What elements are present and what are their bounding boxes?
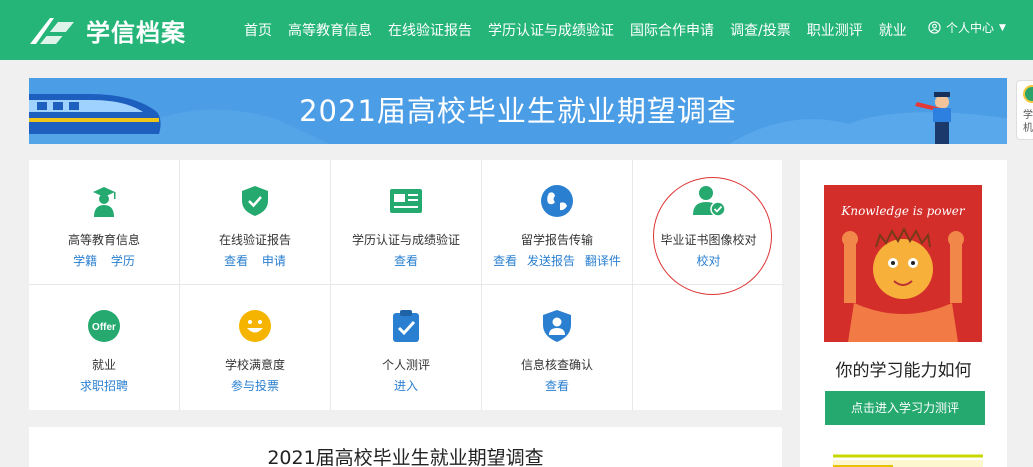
nav-career-assessment[interactable]: 职业测评 [799,20,871,40]
link-apply[interactable]: 申请 [262,254,286,268]
nav-home[interactable]: 首页 [236,20,280,40]
service-name: 学历认证与成绩验证 [351,233,460,247]
survey-card-title: 2021届高校毕业生就业期望调查 [267,447,544,467]
nav-degree-certification[interactable]: 学历认证与成绩验证 [480,20,622,40]
survey-card: 2021届高校毕业生就业期望调查 [29,427,782,467]
service-school-satisfaction[interactable]: 学校满意度 参与投票 [180,285,331,410]
service-online-verification[interactable]: 在线验证报告 查看 申请 [180,160,331,285]
link-view[interactable]: 查看 [493,254,517,268]
service-info-verification[interactable]: 信息核查确认 查看 [482,285,633,410]
logo-text: 学信档案 [86,18,186,47]
panel-title: 你的学习能力如何 [835,361,972,381]
main-nav: 首页 高等教育信息 在线验证报告 学历认证与成绩验证 国际合作申请 调查/投票 … [236,0,915,60]
promo-thumbnail[interactable] [833,450,983,467]
promo-thumbnail-image [833,454,983,467]
link-enter[interactable]: 进入 [394,379,418,393]
user-circle-icon [928,21,941,34]
service-name: 就业 [91,358,116,372]
shield-check-icon [242,186,268,216]
link-degree[interactable]: 学历 [111,254,135,268]
link-view[interactable]: 查看 [394,254,418,268]
nav-higher-education[interactable]: 高等教育信息 [280,20,380,40]
offer-icon: Offer [88,310,120,342]
link-translation[interactable]: 翻译件 [585,254,621,268]
link-student-status[interactable]: 学籍 [73,254,97,268]
link-vote[interactable]: 参与投票 [231,379,279,393]
service-higher-education[interactable]: 高等教育信息 学籍 学历 [29,160,180,285]
service-degree-certification[interactable]: 学历认证与成绩验证 查看 [331,160,482,285]
user-center-label: 个人中心 [946,21,995,35]
smiley-icon [239,310,271,342]
side-float-text-1: 学 [1023,110,1033,121]
offer-badge-text: Offer [92,322,116,333]
nav-survey-vote[interactable]: 调查/投票 [722,20,799,40]
link-view[interactable]: 查看 [545,379,569,393]
cartoon-character-icon [842,226,964,342]
service-name: 学校满意度 [224,358,285,372]
user-shield-icon [543,310,571,342]
service-study-abroad-report[interactable]: 留学报告传输 查看 发送报告 翻译件 [482,160,633,285]
knowledge-is-power-image[interactable]: Knowledge is power [824,185,982,342]
link-view[interactable]: 查看 [224,254,248,268]
service-name: 在线验证报告 [218,233,291,247]
top-navigation-bar: 学信档案 首页 高等教育信息 在线验证报告 学历认证与成绩验证 国际合作申请 调… [0,0,1033,60]
link-job-search[interactable]: 求职招聘 [80,379,128,393]
logo-mark-icon [30,18,76,44]
link-send-report[interactable]: 发送报告 [527,254,575,268]
survey-banner[interactable]: 2021届高校毕业生就业期望调查 [29,78,1007,144]
highlight-annotation-circle [653,177,772,295]
side-float-widget[interactable]: 学 机 [1016,80,1033,140]
service-name: 高等教育信息 [67,233,140,247]
id-card-icon [390,189,422,213]
empty-cell [633,285,784,410]
service-employment[interactable]: Offer 就业 求职招聘 [29,285,180,410]
logo[interactable]: 学信档案 [28,12,186,48]
nav-international-cooperation[interactable]: 国际合作申请 [622,20,722,40]
user-center-menu[interactable]: 个人中心 ▼ [928,19,1006,36]
learning-assessment-button[interactable]: 点击进入学习力测评 [825,391,985,425]
service-name: 信息核查确认 [520,358,593,372]
graduate-icon [93,187,116,217]
learning-ability-panel: Knowledge is power 你的学习能力如何 点击进入学习力测评 [800,160,1007,467]
clipboard-check-icon [393,310,419,342]
service-name: 个人测评 [381,358,430,372]
nav-employment[interactable]: 就业 [871,20,915,40]
globe-icon [541,185,573,217]
banner-title: 2021届高校毕业生就业期望调查 [299,94,737,128]
assistant-avatar-icon [1023,85,1033,103]
service-personal-assessment[interactable]: 个人测评 进入 [331,285,482,410]
side-float-text-2: 机 [1023,123,1033,134]
caret-down-icon: ▼ [999,22,1006,33]
service-name: 留学报告传输 [520,233,593,247]
nav-online-verification[interactable]: 在线验证报告 [380,20,480,40]
